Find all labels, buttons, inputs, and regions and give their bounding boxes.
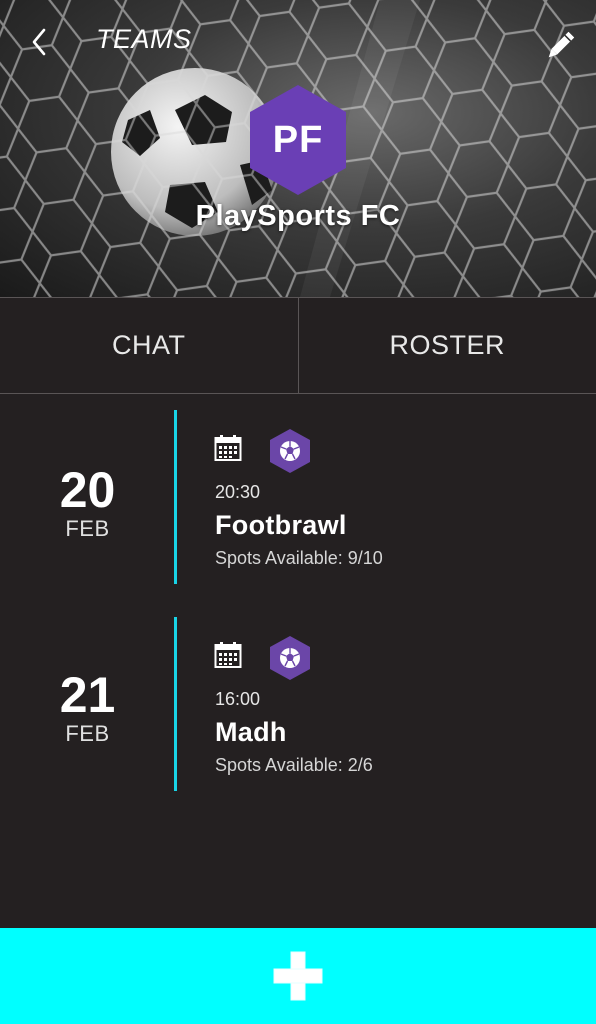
event-divider xyxy=(174,617,177,791)
event-month: FEB xyxy=(65,516,110,541)
event-month: FEB xyxy=(65,721,110,746)
add-event-button[interactable] xyxy=(0,928,596,1024)
event-title: Madh xyxy=(215,717,287,747)
tab-chat[interactable]: CHAT xyxy=(0,298,298,393)
soccer-ball-icon xyxy=(270,636,310,680)
soccer-ball-icon xyxy=(270,429,310,473)
event-time: 20:30 xyxy=(215,482,261,502)
pencil-icon xyxy=(548,31,575,58)
event-spots: Spots Available: 9/10 xyxy=(215,548,383,568)
event-date: 20 FEB xyxy=(0,410,175,586)
event-divider xyxy=(174,410,177,584)
team-tabs: CHAT ROSTER xyxy=(0,297,596,394)
back-button[interactable] xyxy=(22,22,56,62)
team-initials: PF xyxy=(272,118,324,161)
plus-icon xyxy=(273,951,323,1001)
edit-team-button[interactable] xyxy=(540,26,580,66)
page-title: TEAMS xyxy=(96,24,192,54)
event-item[interactable]: 20 FEB 20:30 Footbrawl Spots Available: … xyxy=(0,410,596,586)
calendar-icon xyxy=(214,435,242,461)
chevron-left-icon xyxy=(32,28,46,56)
team-badge: PF xyxy=(246,83,350,197)
team-header: TEAMS PF PlaySports FC xyxy=(0,0,596,297)
event-item[interactable]: 21 FEB 16:00 Madh Spots Available: 2/6 xyxy=(0,617,596,793)
tab-roster[interactable]: ROSTER xyxy=(297,298,596,393)
event-title: Footbrawl xyxy=(215,510,347,540)
calendar-icon xyxy=(214,642,242,668)
event-date: 21 FEB xyxy=(0,617,175,793)
event-day: 21 xyxy=(59,667,116,723)
event-time: 16:00 xyxy=(215,689,261,709)
event-spots: Spots Available: 2/6 xyxy=(215,755,373,775)
event-day: 20 xyxy=(59,462,116,518)
team-name: PlaySports FC xyxy=(195,200,401,232)
